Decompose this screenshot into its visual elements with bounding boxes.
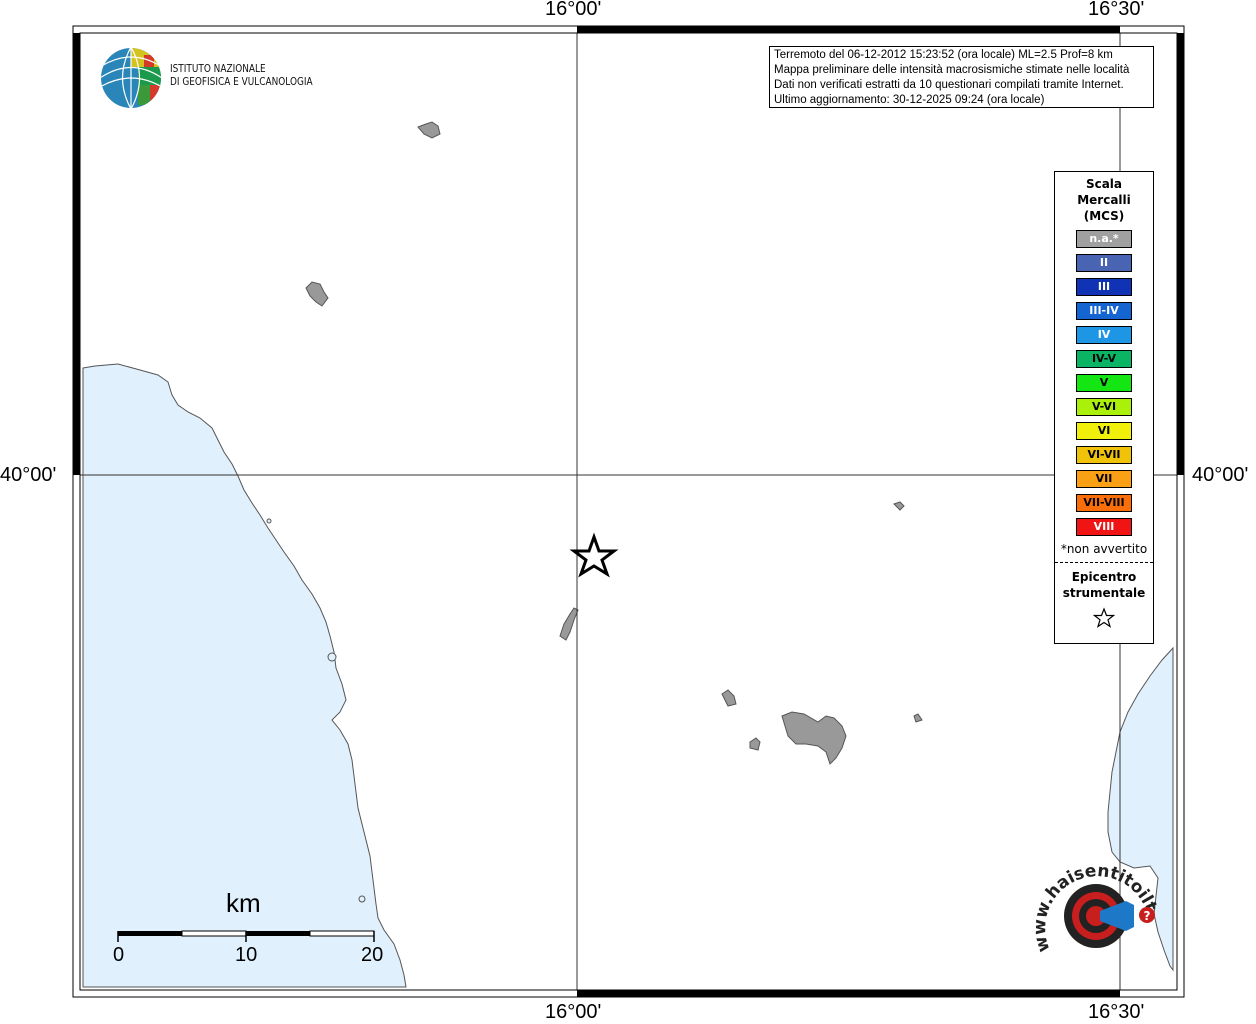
coast-rock: [266, 518, 272, 524]
coast-rock: [327, 652, 337, 662]
legend-title-line3: (MCS): [1083, 209, 1125, 223]
haisentito-logo[interactable]: www.haisentitoilterremoto.it ?: [1021, 840, 1170, 985]
legend-separator: [1055, 562, 1153, 563]
legend-note: *non avvertito: [1060, 542, 1148, 556]
scale-bar-label-10: 10: [235, 944, 258, 966]
locality-shape: [721, 689, 737, 707]
locality-shape: [781, 711, 847, 765]
legend-item-vii: VII: [1076, 470, 1132, 488]
frame-segment: [1177, 33, 1184, 475]
legend-item-iii: III: [1076, 278, 1132, 296]
legend-star-icon: [1055, 607, 1153, 633]
locality-shape: [893, 501, 905, 511]
ingv-logo-line2: DI GEOFISICA E VULCANOLOGIA: [170, 76, 313, 88]
legend-title-line1: Scala: [1085, 177, 1123, 191]
frame-segment: [577, 990, 1120, 997]
globe-icon: [101, 48, 161, 108]
legend-epicenter-label: Epicentro strumentale: [1055, 569, 1153, 601]
locality-shape: [559, 607, 579, 641]
legend-item-n-a: n.a.*: [1076, 230, 1132, 248]
frame-segment: [73, 33, 80, 475]
ingv-logo-line1: ISTITUTO NAZIONALE: [170, 63, 266, 75]
locality-shape: [417, 121, 441, 139]
locality-shape: [913, 713, 923, 723]
mcs-legend: Scala Mercalli (MCS) n.a.* II III III-IV IV I…: [1054, 171, 1154, 644]
locality-shape: [305, 281, 329, 307]
info-line-data: Dati non verificati estratti da 10 quest…: [774, 79, 1124, 91]
legend-item-vi-vii: VI-VII: [1076, 446, 1132, 464]
earthquake-info-box: Terremoto del 06-12-2012 15:23:52 (ora l…: [769, 46, 1154, 108]
coast-rock: [358, 895, 366, 903]
legend-item-ii: II: [1076, 254, 1132, 272]
legend-item-v-vi: V-VI: [1076, 398, 1132, 416]
info-line-map: Mappa preliminare delle intensità macros…: [774, 64, 1130, 76]
legend-title-line2: Mercalli: [1077, 193, 1131, 207]
locality-shape: [749, 737, 761, 751]
legend-item-vii-viii: VII-VIII: [1076, 494, 1132, 512]
legend-epicenter-line1: Epicentro: [1071, 570, 1137, 584]
legend-title: Scala Mercalli (MCS): [1055, 176, 1153, 224]
svg-text:?: ?: [1144, 909, 1151, 923]
ingv-logo-text: ISTITUTO NAZIONALE DI GEOFISICA E VULCAN…: [170, 63, 313, 89]
info-line-update: Ultimo aggiornamento: 30-12-2025 09:24 (…: [774, 94, 1045, 106]
legend-item-iv: IV: [1076, 326, 1132, 344]
scale-bar-title: km: [226, 888, 261, 918]
legend-item-iv-v: IV-V: [1076, 350, 1132, 368]
scale-bar-label-20: 20: [361, 944, 384, 966]
legend-items: n.a.* II III III-IV IV IV-V V V-VI VI VI-VII VII VI…: [1055, 230, 1153, 536]
legend-epicenter-line2: strumentale: [1062, 586, 1146, 600]
frame-segment: [577, 26, 1120, 33]
legend-item-vi: VI: [1076, 422, 1132, 440]
legend-item-viii: VIII: [1076, 518, 1132, 536]
info-line-event: Terremoto del 06-12-2012 15:23:52 (ora l…: [774, 49, 1113, 61]
scale-bar-label-0: 0: [113, 944, 125, 966]
legend-item-v: V: [1076, 374, 1132, 392]
legend-item-iii-iv: III-IV: [1076, 302, 1132, 320]
epicenter-star[interactable]: [569, 532, 619, 578]
ingv-logo: ISTITUTO NAZIONALE DI GEOFISICA E VULCAN…: [100, 47, 320, 111]
